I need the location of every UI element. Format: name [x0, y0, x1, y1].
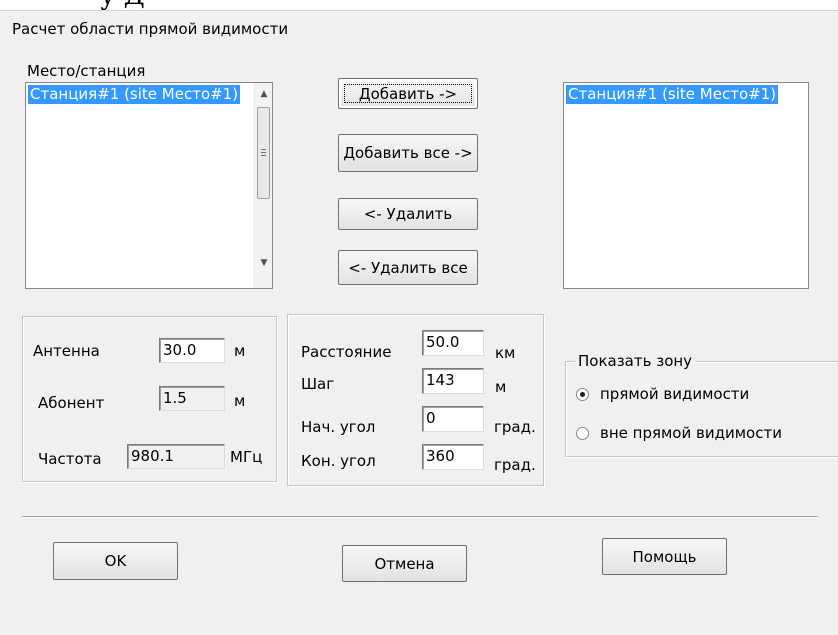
frequency-unit: МГц	[230, 448, 263, 466]
end-angle-input[interactable]: 360	[422, 444, 484, 470]
subscriber-height-input[interactable]: 1.5	[159, 386, 225, 411]
add-all-button-label: Добавить все ->	[343, 144, 473, 162]
invisible-zone-radio[interactable]	[576, 427, 589, 440]
source-list-item[interactable]: Станция#1 (site Место#1)	[28, 85, 241, 104]
end-angle-unit: град.	[494, 456, 536, 474]
remove-all-button-label: <- Удалить все	[348, 258, 468, 277]
source-listbox[interactable]: Станция#1 (site Место#1) ▲ ▼	[25, 82, 273, 289]
add-button[interactable]: Добавить ->	[338, 78, 478, 109]
help-button[interactable]: Помощь	[602, 538, 727, 575]
visible-zone-radio[interactable]	[576, 388, 589, 401]
invisible-zone-label[interactable]: вне прямой видимости	[600, 424, 782, 442]
dialog-title: Расчет области прямой видимости	[12, 20, 289, 38]
antenna-label: Антенна	[33, 342, 100, 360]
cancel-button[interactable]: Отмена	[342, 545, 467, 582]
start-angle-label: Нач. угол	[301, 418, 376, 436]
help-button-label: Помощь	[632, 547, 697, 566]
add-all-button[interactable]: Добавить все ->	[338, 134, 478, 172]
frequency-label: Частота	[38, 450, 102, 468]
remove-button[interactable]: <- Удалить	[338, 198, 478, 230]
antenna-height-input[interactable]: 30.0	[159, 338, 225, 363]
distance-unit: км	[495, 344, 516, 362]
ok-button-label: OK	[104, 552, 127, 570]
start-angle-unit: град.	[494, 418, 536, 436]
distance-label: Расстояние	[301, 343, 392, 361]
step-input[interactable]: 143	[422, 368, 484, 394]
source-list-scrollbar[interactable]: ▲ ▼	[254, 83, 272, 288]
start-angle-input[interactable]: 0	[422, 406, 484, 432]
remove-button-label: <- Удалить	[363, 205, 453, 223]
separator-highlight	[22, 517, 818, 518]
thumb-grip-icon	[261, 149, 266, 150]
step-unit: м	[495, 378, 507, 396]
zone-group	[565, 361, 838, 457]
scroll-thumb[interactable]	[257, 107, 270, 199]
thumb-grip-icon	[261, 152, 266, 153]
subscriber-label: Абонент	[38, 394, 105, 412]
add-button-label: Добавить ->	[358, 84, 458, 103]
step-label: Шаг	[301, 375, 335, 393]
remove-all-button[interactable]: <- Удалить все	[338, 250, 478, 285]
source-list-label: Место/станция	[27, 62, 146, 80]
target-list-item[interactable]: Станция#1 (site Место#1)	[566, 85, 779, 104]
scroll-down-icon[interactable]: ▼	[255, 254, 272, 272]
scroll-up-icon[interactable]: ▲	[255, 85, 272, 103]
radio-selected-dot	[580, 392, 585, 397]
visible-zone-label[interactable]: прямой видимости	[600, 385, 749, 403]
ok-button[interactable]: OK	[53, 542, 178, 580]
frequency-input[interactable]: 980.1	[127, 444, 225, 469]
antenna-unit: м	[234, 342, 246, 360]
cancel-button-label: Отмена	[374, 554, 435, 573]
end-angle-label: Кон. угол	[301, 452, 376, 470]
distance-input[interactable]: 50.0	[422, 330, 484, 356]
zone-group-legend: Показать зону	[575, 352, 696, 370]
target-listbox[interactable]: Станция#1 (site Место#1)	[563, 82, 809, 289]
subscriber-unit: м	[234, 392, 246, 410]
thumb-grip-icon	[261, 155, 266, 156]
